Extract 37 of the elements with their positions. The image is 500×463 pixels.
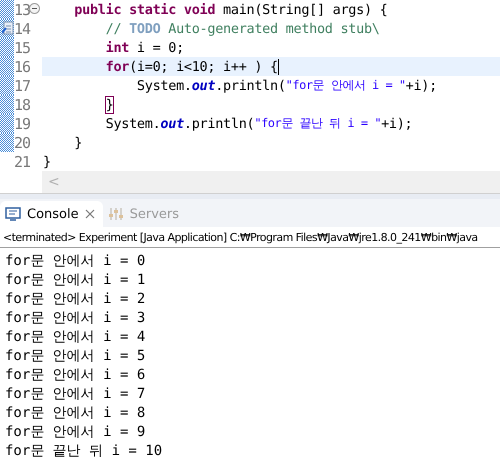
line-number: 21 [14, 152, 30, 170]
output-line: for문 안에서 i = 9 [5, 423, 146, 442]
console-tab[interactable]: Console [0, 201, 103, 227]
close-icon[interactable] [84, 209, 95, 219]
line-number: 18 [14, 96, 30, 114]
console-status: <terminated> Experiment [Java Application] C:₩Program Files₩Java₩jre1.8.0_241₩bin₩java [0, 227, 500, 248]
code-line: System.out.println("for문 안에서 i = "+i); [136, 76, 438, 95]
output-line: for문 안에서 i = 8 [5, 404, 146, 423]
task-icon[interactable] [2, 21, 14, 35]
output-line: for문 끝난 뒤 i = 10 [5, 442, 164, 461]
code-line: } [104, 96, 114, 114]
output-line: for문 안에서 i = 3 [5, 309, 146, 328]
code-line: System.out.println("for문 끝난 뒤 i = "+i); [104, 114, 414, 133]
code-line: // TODO Auto-generated method stub\ [104, 20, 381, 38]
output-line: for문 안에서 i = 0 [5, 252, 146, 271]
output-line: for문 안에서 i = 5 [5, 347, 146, 366]
line-number: 14 [14, 20, 30, 38]
scroll-left-arrow[interactable]: < [42, 174, 60, 190]
output-line: for문 안에서 i = 1 [5, 271, 146, 290]
line-number: 17 [14, 76, 30, 94]
console-tab[interactable]: Servers [102, 201, 188, 227]
line-number: 19 [14, 114, 30, 132]
line-number: 20 [14, 134, 30, 152]
line-number: 15 [14, 38, 30, 56]
output-line: for문 안에서 i = 2 [5, 290, 146, 309]
output-line: for문 안에서 i = 7 [5, 385, 146, 404]
code-line: } [73, 134, 84, 152]
collapse-icon[interactable] [29, 3, 40, 14]
monitor-icon [5, 207, 21, 221]
code-line: public static void main(String[] args) { [73, 0, 388, 19]
code-line: } [42, 152, 52, 171]
line-number: 13 [14, 0, 30, 18]
code-line: int i = 0; [104, 38, 185, 57]
output-line: for문 안에서 i = 4 [5, 328, 146, 347]
output-line: for문 안에서 i = 6 [5, 366, 146, 385]
sliders-icon [108, 207, 124, 221]
line-number: 16 [14, 58, 30, 76]
